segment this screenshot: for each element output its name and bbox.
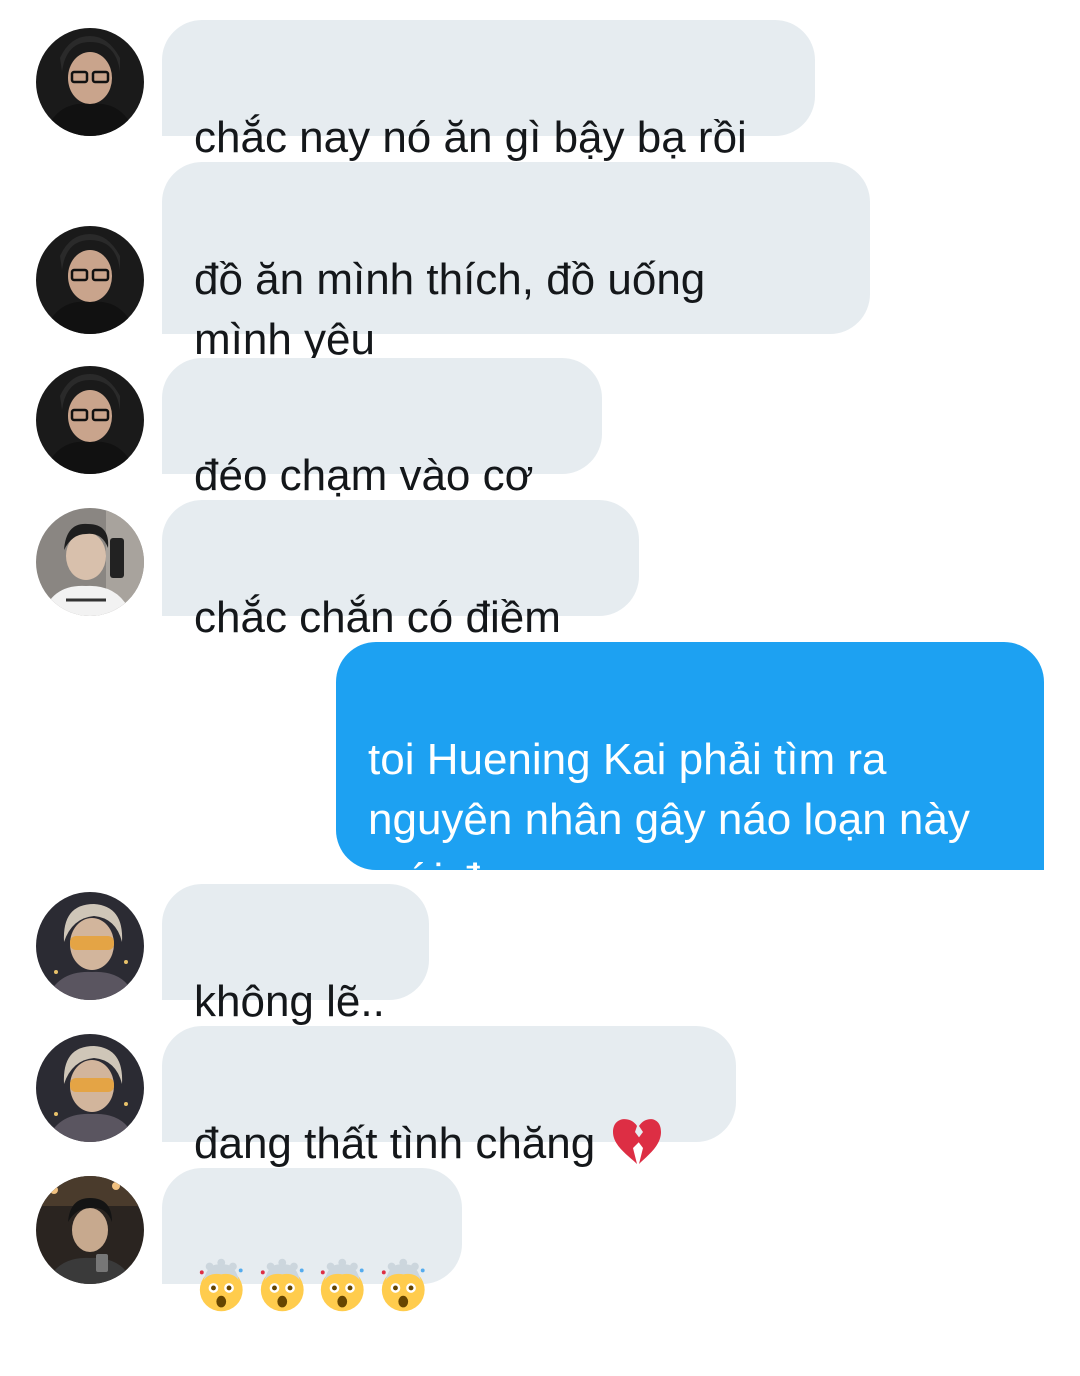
message-text: toi Huening Kai phải tìm ra nguyên nhân … bbox=[368, 735, 970, 904]
avatar[interactable] bbox=[36, 28, 144, 136]
message-bubble[interactable]: đéo chạm vào cơ bbox=[162, 358, 602, 500]
message-bubble[interactable]: đang thất tình chăng bbox=[162, 1026, 736, 1168]
message-bubble[interactable]: không lẽ.. bbox=[162, 884, 429, 1026]
avatar-photo bbox=[36, 226, 144, 334]
exploding-head-icon bbox=[199, 1258, 243, 1312]
message-text: chắc nay nó ăn gì bậy bạ rồi bbox=[194, 113, 747, 162]
message-text: đéo chạm vào cơ bbox=[194, 451, 534, 500]
message-bubble[interactable]: đồ ăn mình thích, đồ uống mình yêu bbox=[162, 162, 870, 364]
message-text: chắc chắn có điềm bbox=[194, 593, 561, 642]
emoji-row bbox=[194, 1256, 430, 1316]
avatar-photo bbox=[36, 1034, 144, 1142]
message-text: đang thất tình chăng bbox=[194, 1119, 596, 1168]
avatar-photo bbox=[36, 508, 144, 616]
avatar-photo bbox=[36, 1176, 144, 1284]
avatar-photo bbox=[36, 366, 144, 474]
message-text: đồ ăn mình thích, đồ uống mình yêu bbox=[194, 255, 706, 364]
avatar-photo bbox=[36, 892, 144, 1000]
exploding-head-icon bbox=[381, 1258, 425, 1312]
avatar[interactable] bbox=[36, 508, 144, 616]
message-bubble[interactable] bbox=[162, 1168, 462, 1312]
message-bubble[interactable]: chắc nay nó ăn gì bậy bạ rồi bbox=[162, 20, 815, 162]
avatar[interactable] bbox=[36, 1176, 144, 1284]
exploding-head-icon bbox=[260, 1258, 304, 1312]
avatar[interactable] bbox=[36, 366, 144, 474]
avatar[interactable] bbox=[36, 1034, 144, 1142]
message-bubble[interactable]: chắc chắn có điềm bbox=[162, 500, 639, 642]
avatar-photo bbox=[36, 28, 144, 136]
broken-heart-icon bbox=[613, 1119, 662, 1164]
avatar[interactable] bbox=[36, 226, 144, 334]
avatar[interactable] bbox=[36, 892, 144, 1000]
message-text: không lẽ.. bbox=[194, 977, 385, 1026]
sent-message-bubble[interactable]: toi Huening Kai phải tìm ra nguyên nhân … bbox=[336, 642, 1044, 904]
exploding-head-icon bbox=[320, 1258, 364, 1312]
